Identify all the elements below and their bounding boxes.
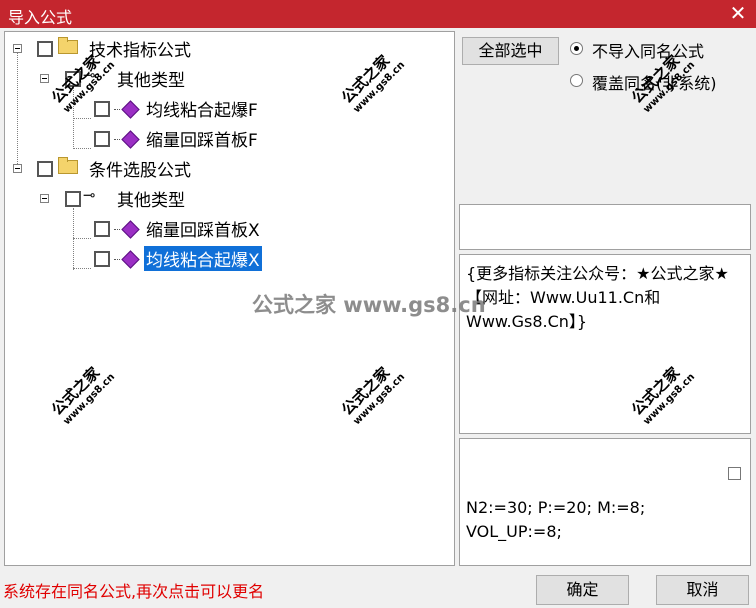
ok-button[interactable]: 确定 bbox=[536, 575, 629, 605]
dots-icon bbox=[114, 109, 120, 110]
dots-icon bbox=[114, 229, 120, 230]
watermark-center: 公式之家 www.gs8.cn bbox=[252, 293, 486, 317]
expand-toggle-icon[interactable] bbox=[40, 194, 49, 203]
formula-gem-icon bbox=[121, 220, 140, 239]
folder-icon bbox=[58, 37, 78, 54]
formula-item-selected[interactable]: 均线粘合起爆X bbox=[144, 246, 262, 271]
formula-gem-icon bbox=[121, 100, 140, 119]
group1-checkbox[interactable] bbox=[37, 41, 53, 57]
group2-type-checkbox[interactable] bbox=[65, 191, 81, 207]
formula-gem-icon bbox=[121, 130, 140, 149]
dots-icon bbox=[114, 259, 120, 260]
window-title: 导入公式 bbox=[8, 8, 73, 27]
select-all-button[interactable]: 全部选中 bbox=[462, 37, 559, 65]
tree-connector bbox=[73, 268, 91, 269]
group2-type-label[interactable]: 其他类型 bbox=[117, 186, 185, 211]
expand-toggle-icon[interactable] bbox=[13, 164, 22, 173]
formula-gem-icon bbox=[121, 250, 140, 269]
radio-no-import[interactable] bbox=[570, 42, 583, 55]
title-bar: 导入公式 ✕ bbox=[0, 0, 756, 28]
status-message: 系统存在同名公式,再次点击可以更名 bbox=[3, 582, 265, 601]
expand-toggle-icon[interactable] bbox=[40, 74, 49, 83]
dots-icon bbox=[114, 139, 120, 140]
formula-item[interactable]: 缩量回踩首板X bbox=[146, 216, 260, 241]
formula-checkbox[interactable] bbox=[94, 251, 110, 267]
formula-checkbox[interactable] bbox=[94, 221, 110, 237]
radio-overwrite[interactable] bbox=[570, 74, 583, 87]
formula-item[interactable]: 均线粘合起爆F bbox=[146, 96, 258, 121]
key-icon: ⊸ bbox=[83, 186, 96, 204]
expand-toggle-icon[interactable] bbox=[13, 44, 22, 53]
cancel-button[interactable]: 取消 bbox=[656, 575, 749, 605]
option-checkbox[interactable] bbox=[728, 467, 741, 480]
folder-icon bbox=[58, 157, 78, 174]
tree-connector bbox=[73, 148, 91, 149]
group1-type-label[interactable]: 其他类型 bbox=[117, 66, 185, 91]
formula-item[interactable]: 缩量回踩首板F bbox=[146, 126, 258, 151]
code-text: N2:=30; P:=20; M:=8; VOL_UP:=8; bbox=[466, 498, 646, 541]
group2-checkbox[interactable] bbox=[37, 161, 53, 177]
tree-connector bbox=[73, 238, 91, 239]
tree-connector bbox=[73, 118, 91, 119]
formula-checkbox[interactable] bbox=[94, 101, 110, 117]
formula-checkbox[interactable] bbox=[94, 131, 110, 147]
tree-connector bbox=[73, 208, 74, 270]
description-text: {更多指标关注公众号：★公式之家★ 【网址：Www.Uu11.Cn和Www.Gs… bbox=[466, 264, 729, 331]
close-icon[interactable]: ✕ bbox=[726, 1, 750, 25]
tree-connector bbox=[17, 52, 18, 172]
group2-label[interactable]: 条件选股公式 bbox=[89, 156, 191, 181]
name-field[interactable] bbox=[459, 204, 751, 250]
